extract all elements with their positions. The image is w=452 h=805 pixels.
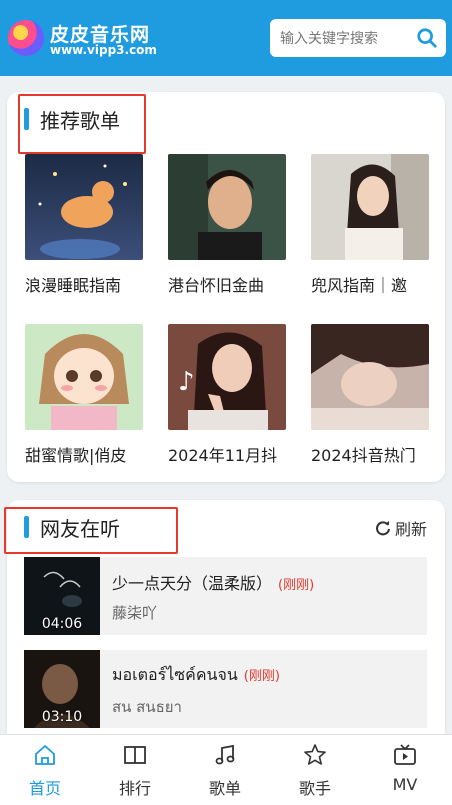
search-box[interactable]	[270, 19, 446, 59]
home-icon	[35, 745, 55, 765]
playlist-label[interactable]: 浪漫睡眠指南	[25, 272, 143, 296]
song-row[interactable]: 04:06 少一点天分（温柔版） (刚刚) 藤柒吖	[24, 557, 427, 635]
tv-icon	[394, 744, 416, 765]
playlist-label[interactable]: 2024年11月抖	[168, 442, 286, 466]
search-input[interactable]	[270, 19, 422, 59]
nav-label[interactable]: 排行	[90, 775, 180, 799]
song-row[interactable]: 03:10 มอเตอร์ไซค์คนจน (刚刚) สน สนธยา	[24, 650, 427, 728]
recommended-header: 推荐歌单	[7, 92, 445, 154]
playlist-cover[interactable]	[311, 154, 429, 260]
nav-label[interactable]: 歌手	[270, 775, 360, 799]
playlist-cover[interactable]	[25, 154, 143, 260]
song-time-tag: (刚刚)	[278, 578, 315, 593]
playlist-label[interactable]: 港台怀旧金曲	[168, 272, 286, 296]
playlist-tile[interactable]: 甜蜜情歌|俏皮	[25, 324, 143, 466]
nav-item-ranking[interactable]: 排行	[90, 735, 180, 805]
nav-item-home[interactable]: 首页	[0, 735, 90, 805]
recommended-section: 推荐歌单 浪漫睡眠指南 港台怀旧金曲 兜风指南｜邀 甜蜜情歌|俏皮 ♪ 2024…	[7, 92, 445, 482]
playlist-tile[interactable]: ♪ 2024年11月抖	[168, 324, 286, 466]
song-title[interactable]: มอเตอร์ไซค์คนจน (刚刚)	[112, 663, 280, 688]
song-duration: 04:06	[41, 616, 83, 632]
playlist-cover[interactable]	[25, 324, 143, 430]
song-title-text[interactable]: 少一点天分（温柔版）	[112, 574, 272, 593]
playlist-cover[interactable]	[168, 154, 286, 260]
book-icon	[124, 746, 146, 764]
song-title[interactable]: 少一点天分（温柔版） (刚刚)	[112, 570, 314, 594]
logo-subtitle: www.vipp3.com	[50, 43, 157, 57]
playlist-cover[interactable]	[311, 324, 429, 430]
nav-item-playlists[interactable]: 歌单	[180, 735, 270, 805]
refresh-icon	[376, 521, 390, 536]
music-note-icon	[215, 744, 235, 765]
nav-item-singers[interactable]: 歌手	[270, 735, 360, 805]
playlist-label[interactable]: 2024抖音热门	[311, 442, 429, 466]
playlist-tile[interactable]: 2024抖音热门	[311, 324, 429, 466]
playlist-label[interactable]: 兜风指南｜邀	[311, 272, 429, 296]
highlight-box	[4, 507, 178, 554]
refresh-button[interactable]: 刷新	[375, 516, 427, 540]
nav-label[interactable]: 首页	[0, 775, 90, 799]
song-title-text[interactable]: มอเตอร์ไซค์คนจน	[112, 665, 238, 684]
nav-label[interactable]: MV	[360, 775, 450, 794]
playlist-tile[interactable]: 港台怀旧金曲	[168, 154, 286, 296]
app-header: 皮皮音乐网 www.vipp3.com	[0, 0, 452, 76]
playlist-cover[interactable]: ♪	[168, 324, 286, 430]
highlight-box	[18, 94, 146, 154]
listening-header: 网友在听 刷新	[4, 500, 445, 554]
bottom-nav: 首页 排行 歌单 歌手 MV	[0, 734, 452, 805]
song-duration: 03:10	[41, 709, 83, 725]
svg-text:♪: ♪	[178, 367, 195, 397]
nav-label[interactable]: 歌单	[180, 775, 270, 799]
refresh-label[interactable]: 刷新	[395, 516, 427, 540]
star-icon	[304, 744, 326, 765]
search-icon[interactable]	[416, 27, 438, 49]
nav-item-mv[interactable]: MV	[360, 735, 450, 805]
song-artist[interactable]: 藤柒吖	[112, 602, 157, 623]
logo-icon[interactable]	[8, 20, 44, 56]
playlist-tile[interactable]: 浪漫睡眠指南	[25, 154, 143, 296]
playlist-label[interactable]: 甜蜜情歌|俏皮	[25, 442, 143, 466]
playlist-tile[interactable]: 兜风指南｜邀	[311, 154, 429, 296]
song-time-tag: (刚刚)	[243, 669, 280, 684]
song-artist[interactable]: สน สนธยา	[112, 695, 182, 719]
